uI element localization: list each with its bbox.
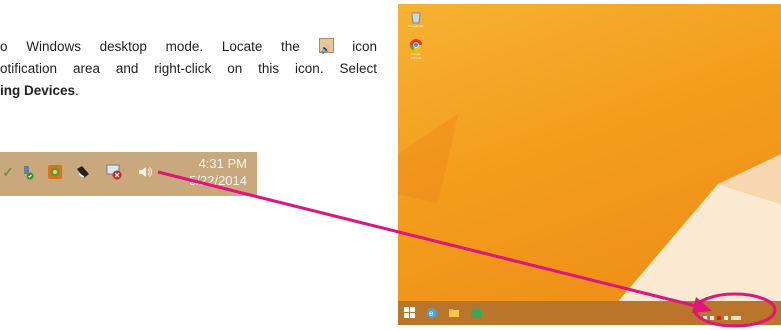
callout-overlay bbox=[157, 170, 777, 328]
callout-arrow-line bbox=[157, 170, 701, 309]
